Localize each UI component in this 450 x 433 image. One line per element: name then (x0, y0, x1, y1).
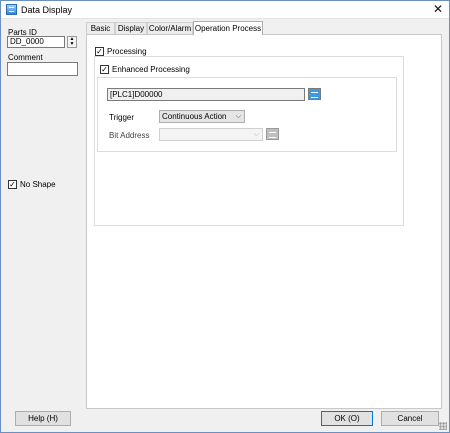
no-shape-checkbox[interactable]: ✓ (8, 180, 17, 189)
app-icon (6, 4, 17, 15)
enhanced-processing-label: Enhanced Processing (112, 65, 190, 74)
close-icon[interactable]: ✕ (427, 1, 449, 18)
trigger-select[interactable]: Continuous Action ⌵ (159, 110, 245, 123)
parts-id-spinner[interactable]: ▲ ▼ (67, 36, 77, 48)
data-display-dialog: Data Display ✕ Parts ID DD_0000 ▲ ▼ Comm… (0, 0, 450, 433)
processing-checkbox[interactable]: ✓ (95, 47, 104, 56)
comment-input[interactable] (7, 62, 78, 76)
chevron-down-icon: ⌵ (253, 131, 259, 138)
bit-address-label: Bit Address (109, 131, 150, 140)
spinner-down-icon[interactable]: ▼ (68, 42, 76, 47)
no-shape-label: No Shape (20, 180, 56, 189)
comment-label: Comment (8, 53, 43, 62)
window-title: Data Display (21, 5, 73, 15)
help-button[interactable]: Help (H) (15, 411, 71, 426)
trigger-value: Continuous Action (162, 112, 227, 121)
enhanced-processing-checkbox[interactable]: ✓ (100, 65, 109, 74)
address-picker-icon[interactable] (308, 88, 321, 100)
chevron-down-icon: ⌵ (235, 113, 241, 120)
bit-address-select: ⌵ (159, 128, 263, 141)
ok-button[interactable]: OK (O) (321, 411, 373, 426)
address-field[interactable]: [PLC1]D00000 (107, 88, 305, 101)
parts-id-input[interactable]: DD_0000 (7, 36, 65, 48)
operation-process-panel: ✓ Processing ✓ Enhanced Processing [PLC1… (86, 34, 442, 409)
tab-operation-process[interactable]: Operation Process (193, 21, 263, 35)
processing-label: Processing (107, 47, 150, 56)
bit-address-picker-icon (266, 128, 279, 140)
cancel-button[interactable]: Cancel (381, 411, 439, 426)
trigger-label: Trigger (109, 113, 135, 122)
title-bar: Data Display ✕ (1, 1, 449, 19)
resize-grip-icon[interactable] (439, 422, 447, 430)
